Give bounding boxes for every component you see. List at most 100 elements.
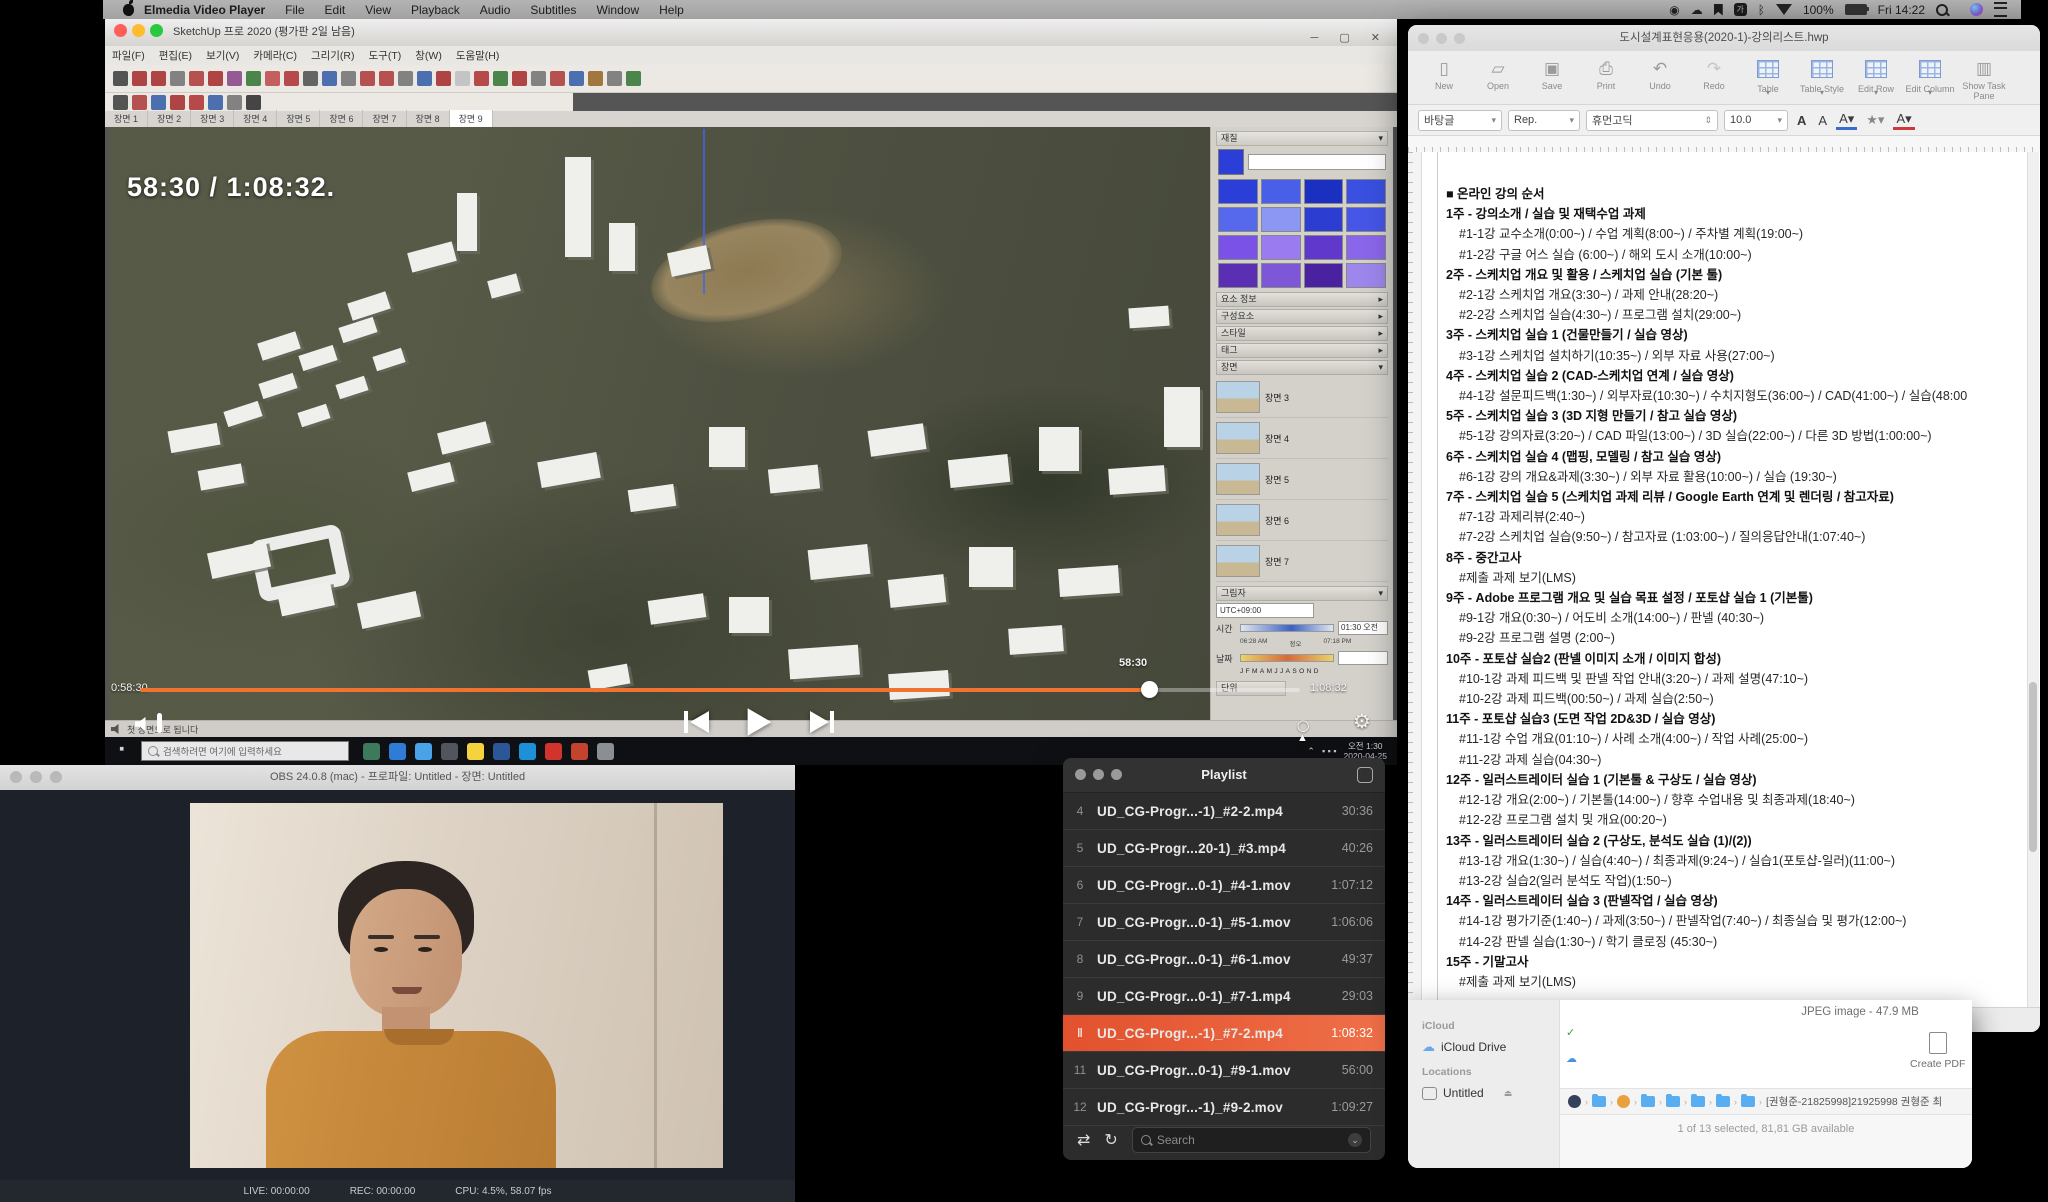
volume-icon[interactable] — [135, 717, 149, 731]
sketchup-tool-icon[interactable] — [512, 71, 527, 86]
folder-icon[interactable] — [1592, 1096, 1606, 1107]
scene-thumb-row[interactable]: 장면 7 — [1216, 541, 1388, 582]
create-pdf-button[interactable]: Create PDF — [1910, 1032, 1965, 1070]
playlist-minimize-button[interactable] — [1093, 769, 1104, 780]
sketchup-tool-icon[interactable] — [531, 71, 546, 86]
sketchup-tool-icon[interactable] — [284, 71, 299, 86]
notification-center-icon[interactable] — [1994, 2, 2007, 17]
sketchup-menu-item[interactable]: 도움말(H) — [449, 48, 507, 63]
sketchup-menu-item[interactable]: 파일(F) — [105, 48, 152, 63]
bluetooth-icon[interactable]: ᛒ — [1758, 4, 1765, 16]
sketchup-tool-icon[interactable] — [170, 95, 185, 110]
obs-minimize-button[interactable] — [30, 771, 42, 783]
playlist-close-button[interactable] — [1075, 769, 1086, 780]
sketchup-tool-icon[interactable] — [208, 71, 223, 86]
material-dropdown[interactable] — [1248, 154, 1386, 170]
menu-item[interactable]: Edit — [315, 3, 356, 17]
folder-icon[interactable] — [1641, 1096, 1655, 1107]
input-source-icon[interactable]: 가 — [1734, 3, 1747, 16]
kakaotalk-icon[interactable] — [467, 743, 484, 760]
sketchup-tool-icon[interactable] — [455, 71, 470, 86]
rep-dropdown[interactable]: Rep.▾ — [1508, 110, 1580, 131]
scene-tab[interactable]: 장면 4 — [234, 110, 277, 127]
sketchup-tool-icon[interactable] — [265, 71, 280, 86]
repeat-icon[interactable]: ↻ — [1104, 1130, 1117, 1150]
speaker-icon[interactable] — [111, 724, 121, 734]
sketchup-tool-icon[interactable] — [303, 71, 318, 86]
scene-thumbnail[interactable] — [1216, 381, 1260, 413]
hwp-toolbar-button[interactable]: ▥ Show Task Pane — [1958, 57, 2010, 101]
menu-item[interactable]: File — [275, 3, 314, 17]
wifi-icon[interactable] — [1776, 4, 1792, 15]
chrome-icon[interactable] — [415, 743, 432, 760]
obs-menubar-icon[interactable]: ◉ — [1669, 4, 1679, 16]
sketchup-tool-icon[interactable] — [170, 71, 185, 86]
hwp-zoom-button[interactable] — [1454, 33, 1465, 44]
obs-zoom-button[interactable] — [50, 771, 62, 783]
chevron-down-icon[interactable]: ⌄ — [1348, 1133, 1362, 1147]
scene-tab[interactable]: 장면 5 — [277, 110, 320, 127]
tray-section-bar[interactable]: 스타일▸ — [1216, 326, 1388, 341]
sketchup-tool-icon[interactable] — [360, 71, 375, 86]
user-icon[interactable] — [1617, 1095, 1630, 1108]
hwp-toolbar-button[interactable]: ▾ Table Style — [1796, 57, 1848, 94]
playlist-row[interactable]: 7 UD_CG-Progr...0-1)_#5-1.mov 1:06:06 — [1063, 904, 1385, 941]
material-swatch[interactable] — [1346, 235, 1386, 260]
sketchup-tool-icon[interactable] — [208, 95, 223, 110]
material-swatch[interactable] — [1346, 207, 1386, 232]
sketchup-tool-icon[interactable] — [379, 71, 394, 86]
materials-section-header[interactable]: 재질▾ — [1216, 131, 1388, 146]
windows-search-box[interactable]: 검색하려면 여기에 입력하세요 — [141, 741, 349, 761]
material-swatch[interactable] — [1218, 263, 1258, 288]
sketchup-menu-item[interactable]: 도구(T) — [362, 48, 409, 63]
playlist-row[interactable]: 6 UD_CG-Progr...0-1)_#4-1.mov 1:07:12 — [1063, 867, 1385, 904]
settings-gear-icon[interactable]: ⚙ — [1353, 709, 1371, 734]
sketchup-tool-icon[interactable] — [151, 95, 166, 110]
previous-button[interactable] — [690, 711, 709, 733]
hwp-toolbar-button[interactable]: ▾ Edit Row — [1850, 57, 1902, 94]
apple-logo-icon[interactable] — [123, 4, 134, 16]
scene-tab[interactable]: 장면 8 — [407, 110, 450, 127]
powerpoint-icon[interactable] — [571, 743, 588, 760]
playlist-row[interactable]: 4 UD_CG-Progr...-1)_#2-2.mp4 30:36 — [1063, 793, 1385, 830]
folder-icon[interactable] — [1741, 1096, 1755, 1107]
material-swatch[interactable] — [1218, 235, 1258, 260]
hwp-toolbar-button[interactable]: ▣ Save — [1526, 57, 1578, 91]
date-slider[interactable] — [1240, 654, 1334, 662]
font-color-button[interactable]: A▾ — [1836, 111, 1857, 130]
sketchup-tool-icon[interactable] — [626, 71, 641, 86]
material-swatch[interactable] — [1261, 235, 1301, 260]
battery-icon[interactable] — [1845, 4, 1867, 15]
date-value-box[interactable] — [1338, 651, 1388, 665]
airplay-icon[interactable]: ◯▲ — [1297, 719, 1309, 744]
sketchup-tool-icon[interactable] — [436, 71, 451, 86]
menu-item[interactable]: Subtitles — [520, 3, 586, 17]
shadows-section-header[interactable]: 그림자▾ — [1216, 586, 1388, 601]
tray-chevron-icon[interactable]: ⌃ — [1307, 746, 1315, 757]
close-traffic-light[interactable] — [114, 24, 127, 37]
material-swatch[interactable] — [1346, 179, 1386, 204]
playlist-row[interactable]: 5 UD_CG-Progr...20-1)_#3.mp4 40:26 — [1063, 830, 1385, 867]
sidebar-item-untitled[interactable]: Untitled ⏏ — [1422, 1082, 1559, 1104]
scene-thumb-row[interactable]: 장면 4 — [1216, 418, 1388, 459]
scenes-section-header[interactable]: 장면▾ — [1216, 360, 1388, 375]
sketchup-menu-item[interactable]: 그리기(R) — [304, 48, 362, 63]
hwp-toolbar-button[interactable]: ▾ Table — [1742, 57, 1794, 94]
webcam-preview[interactable] — [190, 803, 723, 1168]
scene-thumbnail[interactable] — [1216, 463, 1260, 495]
material-swatch[interactable] — [1304, 207, 1344, 232]
scene-thumb-row[interactable]: 장면 3 — [1216, 377, 1388, 418]
scene-tab[interactable]: 장면 1 — [105, 110, 148, 127]
material-swatch[interactable] — [1218, 207, 1258, 232]
seek-bar[interactable] — [140, 688, 1300, 692]
sketchup-tool-icon[interactable] — [189, 95, 204, 110]
sketchup-tool-icon[interactable] — [113, 71, 128, 86]
scene-tab[interactable]: 장면 9 — [450, 110, 493, 127]
menu-item[interactable]: Window — [586, 3, 649, 17]
scene-thumb-row[interactable]: 장면 5 — [1216, 459, 1388, 500]
path-file-name[interactable]: [권형준-21825998]21925998 권형준 최 — [1766, 1094, 1942, 1109]
material-swatch[interactable] — [1261, 207, 1301, 232]
tray-section-bar[interactable]: 구성요소▸ — [1216, 309, 1388, 324]
menu-item[interactable]: Audio — [470, 3, 521, 17]
windows-start-icon[interactable] — [120, 747, 129, 756]
